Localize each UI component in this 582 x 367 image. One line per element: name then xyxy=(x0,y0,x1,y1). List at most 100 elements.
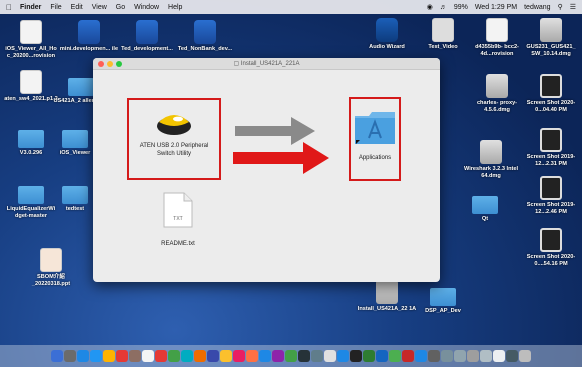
desktop-item[interactable]: Screen Shot 2020-0...04.40 PM xyxy=(520,74,582,114)
desktop-item[interactable]: charles- proxy-4.5.6.dmg xyxy=(466,74,528,114)
dock-app-icon[interactable] xyxy=(129,350,141,362)
disk-image-icon xyxy=(376,280,398,304)
dock-app-icon[interactable] xyxy=(77,350,89,362)
dock-app-icon[interactable] xyxy=(272,350,284,362)
xcode-icon xyxy=(78,20,100,44)
dock-app-icon[interactable] xyxy=(194,350,206,362)
dock-app-icon[interactable] xyxy=(402,350,414,362)
dock-app-icon[interactable] xyxy=(103,350,115,362)
dock-app-icon[interactable] xyxy=(428,350,440,362)
dock-app-icon[interactable] xyxy=(389,350,401,362)
desktop-item[interactable]: Screen Shot 2020-0....54.16 PM xyxy=(520,228,582,268)
dock-app-icon[interactable] xyxy=(155,350,167,362)
folder-icon xyxy=(472,196,498,214)
desktop-item[interactable]: DSP_AP_Dev xyxy=(412,282,474,315)
red-arrow xyxy=(233,142,329,174)
menu-finder[interactable]: Finder xyxy=(20,4,41,11)
dock-app-icon[interactable] xyxy=(181,350,193,362)
dock-app-icon[interactable] xyxy=(64,350,76,362)
battery-percent[interactable]: 99% xyxy=(454,4,468,11)
desktop-item[interactable]: Install_US421A_22 1A xyxy=(356,280,418,313)
disk-icon: ▢ xyxy=(233,61,240,67)
gray-arrow xyxy=(235,117,315,145)
screenshot-icon xyxy=(540,128,562,152)
desktop-item[interactable]: iOS_Viewer_All_Ho c_20200...rovision xyxy=(0,20,62,60)
dock-app-icon[interactable] xyxy=(116,350,128,362)
desktop-item[interactable]: Test_Video xyxy=(412,18,474,51)
dock-app-icon[interactable] xyxy=(467,350,479,362)
folder-icon xyxy=(62,186,88,204)
dock-app-icon[interactable] xyxy=(90,350,102,362)
menu-file[interactable]: File xyxy=(50,4,61,11)
folder-icon xyxy=(68,78,94,96)
screenshot-icon xyxy=(540,74,562,98)
desktop-item[interactable]: Screen Shot 2019-12...2.46 PM xyxy=(520,176,582,216)
menu-window[interactable]: Window xyxy=(134,4,159,11)
dock-app-icon[interactable] xyxy=(168,350,180,362)
folder-icon xyxy=(62,130,88,148)
dock-app-icon[interactable] xyxy=(441,350,453,362)
dock-app-icon[interactable] xyxy=(220,350,232,362)
wifi-icon[interactable]: ◉ xyxy=(427,3,433,11)
txt-badge: TXT xyxy=(173,216,183,222)
dock-app-icon[interactable] xyxy=(376,350,388,362)
disk-image-icon xyxy=(540,18,562,42)
desktop-item[interactable]: SBOM介紹 _20220318.ppt xyxy=(20,248,82,288)
apple-icon[interactable]:  xyxy=(6,3,12,12)
ppt-icon xyxy=(40,248,62,272)
dock-app-icon[interactable] xyxy=(259,350,271,362)
window-title: ▢ Install_US421A_221A xyxy=(233,61,300,67)
screenshot-icon xyxy=(540,176,562,200)
dock-app-icon[interactable] xyxy=(506,350,518,362)
readme-label: README.txt xyxy=(161,241,195,247)
control-center-icon[interactable]: ☰ xyxy=(570,3,576,11)
dock-app-icon[interactable] xyxy=(350,350,362,362)
menu-view[interactable]: View xyxy=(92,4,107,11)
dock-app-icon[interactable] xyxy=(51,350,63,362)
dock-app-icon[interactable] xyxy=(363,350,375,362)
app-label: ATEN USB 2.0 Peripheral Switch Utility xyxy=(139,143,209,157)
dock-app-icon[interactable] xyxy=(337,350,349,362)
menu-go[interactable]: Go xyxy=(116,4,125,11)
folder-icon xyxy=(18,130,44,148)
switch-utility-icon[interactable] xyxy=(156,108,192,138)
desktop-item[interactable]: Audio Wizard xyxy=(356,18,418,51)
spotlight-icon[interactable]: ⚲ xyxy=(558,3,563,11)
installer-window: ▢ Install_US421A_221A ATEN USB 2.0 Perip… xyxy=(93,58,440,282)
dock-app-icon[interactable] xyxy=(415,350,427,362)
desktop-item[interactable]: mini.developmen... ile xyxy=(58,20,120,53)
applications-folder-icon[interactable] xyxy=(354,110,396,146)
dock-app-icon[interactable] xyxy=(285,350,297,362)
menu-help[interactable]: Help xyxy=(168,4,182,11)
menu-edit[interactable]: Edit xyxy=(71,4,83,11)
disk-image-icon xyxy=(480,140,502,164)
dock-app-icon[interactable] xyxy=(298,350,310,362)
window-titlebar[interactable]: ▢ Install_US421A_221A xyxy=(93,58,440,70)
desktop-item[interactable]: Qt xyxy=(454,190,516,223)
dock-app-icon[interactable] xyxy=(493,350,505,362)
desktop-item[interactable]: Screen Shot 2019-12...2.31 PM xyxy=(520,128,582,168)
dock xyxy=(0,345,582,367)
dock-app-icon[interactable] xyxy=(519,350,531,362)
desktop-item[interactable]: GUS231_GUS421_ SW_10.14.dmg xyxy=(520,18,582,58)
audio-wizard-icon xyxy=(376,18,398,42)
dock-app-icon[interactable] xyxy=(480,350,492,362)
applications-label: Applications xyxy=(358,155,392,161)
desktop-item[interactable]: Wireshark 3.2.3 Intel 64.dmg xyxy=(460,140,522,180)
folder-icon xyxy=(18,186,44,204)
dock-app-icon[interactable] xyxy=(233,350,245,362)
dock-app-icon[interactable] xyxy=(246,350,258,362)
dock-app-icon[interactable] xyxy=(207,350,219,362)
desktop-item[interactable]: d4355b9b- bcc2-4d...rovision xyxy=(466,18,528,58)
dock-app-icon[interactable] xyxy=(454,350,466,362)
certificate-icon xyxy=(20,70,42,94)
user-name[interactable]: tedwang xyxy=(524,4,550,11)
dock-app-icon[interactable] xyxy=(311,350,323,362)
clock[interactable]: Wed 1:29 PM xyxy=(475,4,517,11)
dock-app-icon[interactable] xyxy=(324,350,336,362)
volume-icon[interactable]: ♬ xyxy=(440,4,447,11)
dock-app-icon[interactable] xyxy=(142,350,154,362)
provision-icon xyxy=(486,18,508,42)
desktop-item[interactable]: Ted_NonBank_dev... xyxy=(174,20,236,53)
desktop-item[interactable]: Ted_development... xyxy=(116,20,178,53)
